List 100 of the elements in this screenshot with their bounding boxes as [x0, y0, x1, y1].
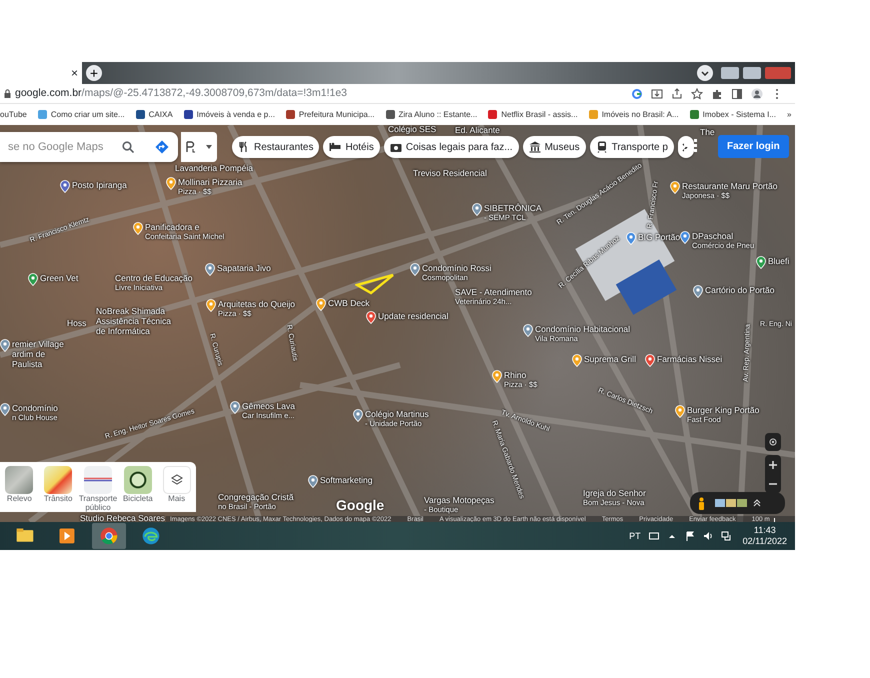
place-detail-label[interactable]: de Informática [96, 326, 171, 336]
place-label[interactable]: Softmarketing [320, 475, 372, 485]
place-label[interactable]: Rhino [504, 370, 538, 380]
map-pin-icon[interactable] [523, 324, 533, 337]
zoom-in-icon[interactable] [769, 460, 777, 468]
place-label[interactable]: Bluefi [768, 256, 790, 266]
category-chip[interactable]: Transporte p [590, 136, 674, 158]
place-label[interactable]: Centro de Educação [115, 273, 192, 283]
map-pin-icon[interactable] [626, 232, 636, 245]
login-button[interactable]: Fazer login [718, 135, 789, 158]
bookmark-link[interactable]: Como criar um site... [38, 108, 125, 120]
place-label[interactable]: Mollinari Pizzaria [178, 177, 242, 187]
layer-option[interactable]: Trânsito [42, 466, 74, 512]
place-detail-label[interactable]: ardim de [12, 349, 64, 359]
expand-icon[interactable] [753, 499, 761, 507]
bookmark-link[interactable]: Netflix Brasil - assis... [488, 108, 578, 120]
place-detail-label[interactable]: Assistência Técnica [96, 316, 171, 326]
place-label[interactable]: Congregação Cristã [218, 492, 294, 502]
place-label[interactable]: Cartório do Portão [705, 285, 774, 295]
directions-icon[interactable] [155, 140, 169, 154]
bookmarks-more-button[interactable]: » [786, 108, 795, 120]
pegman-icon[interactable] [698, 496, 705, 510]
bookmark-link[interactable]: CAIXA [136, 108, 173, 120]
map-pin-icon[interactable] [472, 203, 482, 216]
bookmark-link[interactable]: Imóveis no Brasil: A... [588, 108, 679, 120]
place-label[interactable]: remier Village [12, 339, 64, 349]
map-pin-icon[interactable] [230, 401, 240, 414]
place-label[interactable]: Suprema Grill [584, 354, 636, 364]
close-tab-button[interactable]: × [70, 64, 78, 82]
bookmark-link[interactable]: Prefeitura Municipa... [286, 108, 375, 120]
map-pin-icon[interactable] [680, 231, 690, 244]
place-label[interactable]: SAVE - Atendimento [455, 287, 532, 297]
map-pin-icon[interactable] [366, 311, 376, 324]
category-chip[interactable]: Hotéis [323, 136, 380, 158]
address-field[interactable]: google.com.br/maps/@-25.4713872,-49.3008709,673m/data=!3m1!1e3 [15, 86, 627, 102]
my-location-button[interactable] [765, 433, 781, 451]
layer-option[interactable]: Transporte público [82, 466, 114, 512]
profile-icon[interactable] [751, 88, 763, 100]
map-pin-icon[interactable] [0, 403, 10, 416]
place-label[interactable]: SIBETRÔNICA [484, 203, 542, 213]
place-label[interactable]: Treviso Residencial [413, 168, 487, 178]
place-label[interactable]: Lavanderia Pompéia [175, 163, 253, 173]
place-label[interactable]: Farmácias Nissei [657, 354, 722, 364]
place-label[interactable]: Restaurante Maru Portão [682, 181, 778, 191]
category-chip[interactable]: Coisas legais para faz... [384, 136, 519, 158]
map-pin-icon[interactable] [206, 299, 216, 312]
place-label[interactable]: Colégio Martinus [365, 409, 429, 419]
place-label[interactable]: Colégio SES [388, 125, 436, 134]
place-label[interactable]: DPaschoal [692, 231, 754, 241]
search-icon[interactable] [122, 141, 134, 153]
place-label[interactable]: Studio Rebeca Soares [80, 513, 166, 522]
place-label[interactable]: Condomínio [12, 403, 58, 413]
map-pin-icon[interactable] [693, 285, 703, 298]
flag-icon[interactable] [684, 531, 695, 541]
place-label[interactable]: Arquitetas do Queijo [218, 299, 296, 309]
place-label[interactable]: Update residencial [378, 311, 448, 321]
map-pin-icon[interactable] [205, 263, 215, 276]
place-label[interactable]: Ed. Alicante [455, 125, 500, 135]
new-tab-button[interactable]: + [86, 65, 102, 81]
bookmark-link[interactable]: Zira Aluno :: Estante... [386, 108, 478, 120]
place-label[interactable]: Green Vet [40, 273, 78, 283]
map-pin-icon[interactable] [675, 405, 685, 418]
speaker-icon[interactable] [702, 531, 713, 541]
category-chip[interactable]: Restaurantes [232, 136, 320, 158]
layer-option[interactable]: Relevo [4, 466, 35, 512]
map-pin-icon[interactable] [316, 298, 326, 311]
place-label[interactable]: Vargas Motopeças [424, 495, 494, 505]
share-icon[interactable] [671, 88, 683, 100]
map-pin-icon[interactable] [572, 354, 582, 367]
layer-option[interactable]: Bicicleta [122, 466, 154, 512]
map-pin-icon[interactable] [28, 273, 38, 286]
clock[interactable]: 11:43 02/11/2022 [742, 525, 787, 547]
network-icon[interactable] [720, 531, 731, 541]
place-label[interactable]: Sapataria Jivo [217, 263, 271, 273]
place-label[interactable]: Igreja do Senhor [583, 488, 646, 498]
language-indicator[interactable]: PT [629, 530, 641, 542]
google-icon[interactable] [631, 88, 643, 100]
puzzle-icon[interactable] [711, 88, 723, 100]
map-pin-icon[interactable] [60, 180, 70, 193]
profile-switcher-button[interactable] [181, 132, 217, 162]
place-label[interactable]: NoBreak Shimada [96, 306, 171, 316]
browser-tab[interactable]: × [0, 62, 82, 84]
map-pin-icon[interactable] [133, 222, 143, 235]
map-pin-icon[interactable] [492, 370, 502, 383]
place-label[interactable]: Posto Ipiranga [72, 180, 127, 190]
map-pin-icon[interactable] [670, 181, 680, 194]
map-pin-icon[interactable] [410, 263, 420, 276]
tab-search-button[interactable] [697, 65, 713, 81]
bookmark-link[interactable]: ouTube [0, 108, 27, 120]
bookmark-link[interactable]: Imóveis à venda e p... [184, 108, 275, 120]
place-label[interactable]: Condomínio Habitacional [535, 324, 630, 334]
place-label[interactable]: The [700, 127, 715, 137]
bookmark-link[interactable]: Imobex - Sistema I... [690, 108, 776, 120]
place-detail-label[interactable]: Paulista [12, 359, 64, 369]
install-icon[interactable] [651, 88, 663, 100]
map-pin-icon[interactable] [166, 177, 176, 190]
place-label[interactable]: Hoss [67, 318, 86, 328]
map-pin-icon[interactable] [0, 339, 10, 352]
map-pin-icon[interactable] [308, 475, 318, 488]
keyboard-icon[interactable] [648, 531, 659, 541]
